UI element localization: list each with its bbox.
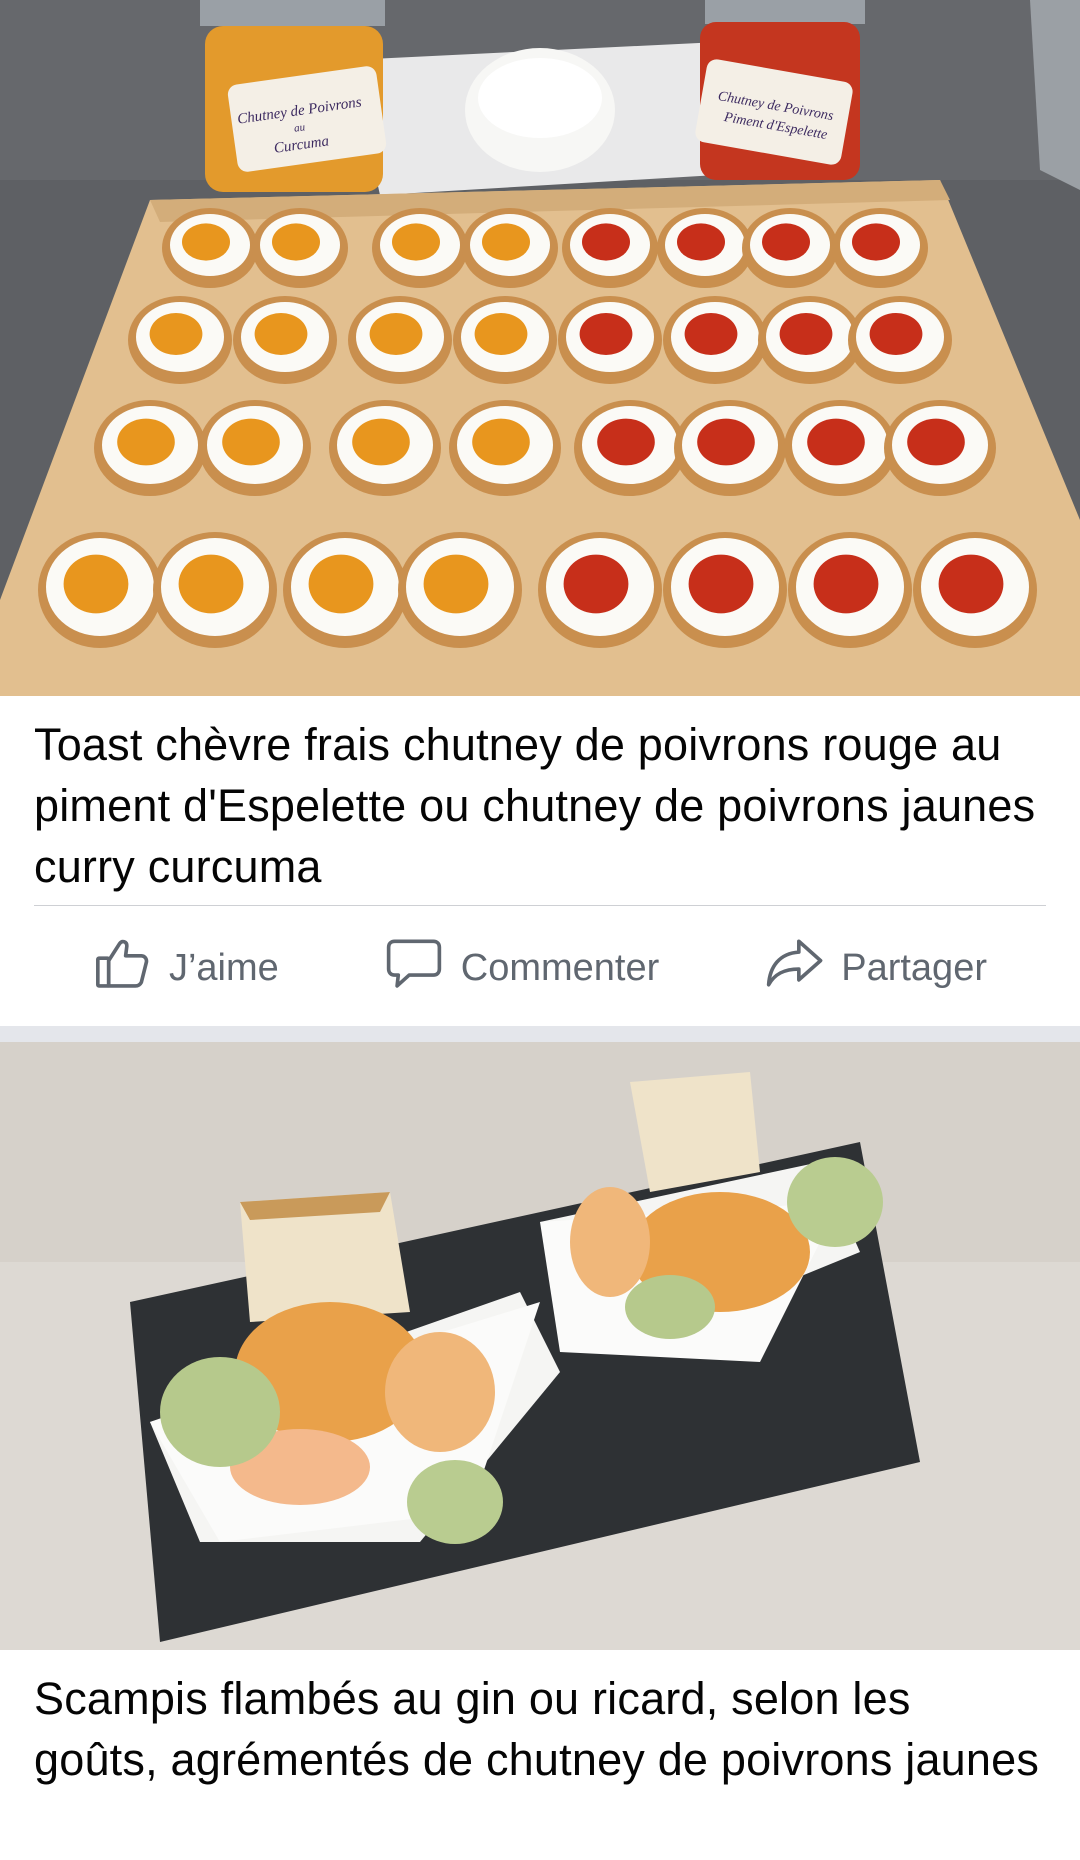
post-caption: Toast chèvre frais chutney de poivrons r… xyxy=(34,719,1036,892)
svg-text:au: au xyxy=(293,121,306,134)
like-button[interactable]: J’aime xyxy=(93,934,279,1002)
post-card-toasts: Chutney de Poivrons au Curcuma Chutney d… xyxy=(0,0,1080,1026)
share-label: Partager xyxy=(841,946,987,989)
comment-button[interactable]: Commenter xyxy=(385,934,660,1002)
share-button[interactable]: Partager xyxy=(765,934,987,1002)
scampis-photo-illustration xyxy=(0,1042,1080,1650)
toasts-photo-illustration: Chutney de Poivrons au Curcuma Chutney d… xyxy=(0,0,1080,696)
comment-label: Commenter xyxy=(460,946,660,989)
post-photo-scampis[interactable] xyxy=(0,1042,1080,1650)
thumbs-up-icon xyxy=(93,934,151,1002)
jar-right: Chutney de Poivrons Piment d'Espelette xyxy=(695,0,865,180)
post-photo-toasts[interactable]: Chutney de Poivrons au Curcuma Chutney d… xyxy=(0,0,1080,696)
post-caption: Scampis flambés au gin ou ricard, selon … xyxy=(34,1673,1040,1785)
post-actions-bar: J’aime Commenter Partager xyxy=(0,906,1080,1030)
like-label: J’aime xyxy=(168,946,279,989)
jar-left: Chutney de Poivrons au Curcuma xyxy=(200,0,387,192)
post-card-scampis: Scampis flambés au gin ou ricard, selon … xyxy=(0,1042,1080,1860)
share-arrow-icon xyxy=(765,934,823,1002)
speech-bubble-icon xyxy=(385,934,443,1002)
